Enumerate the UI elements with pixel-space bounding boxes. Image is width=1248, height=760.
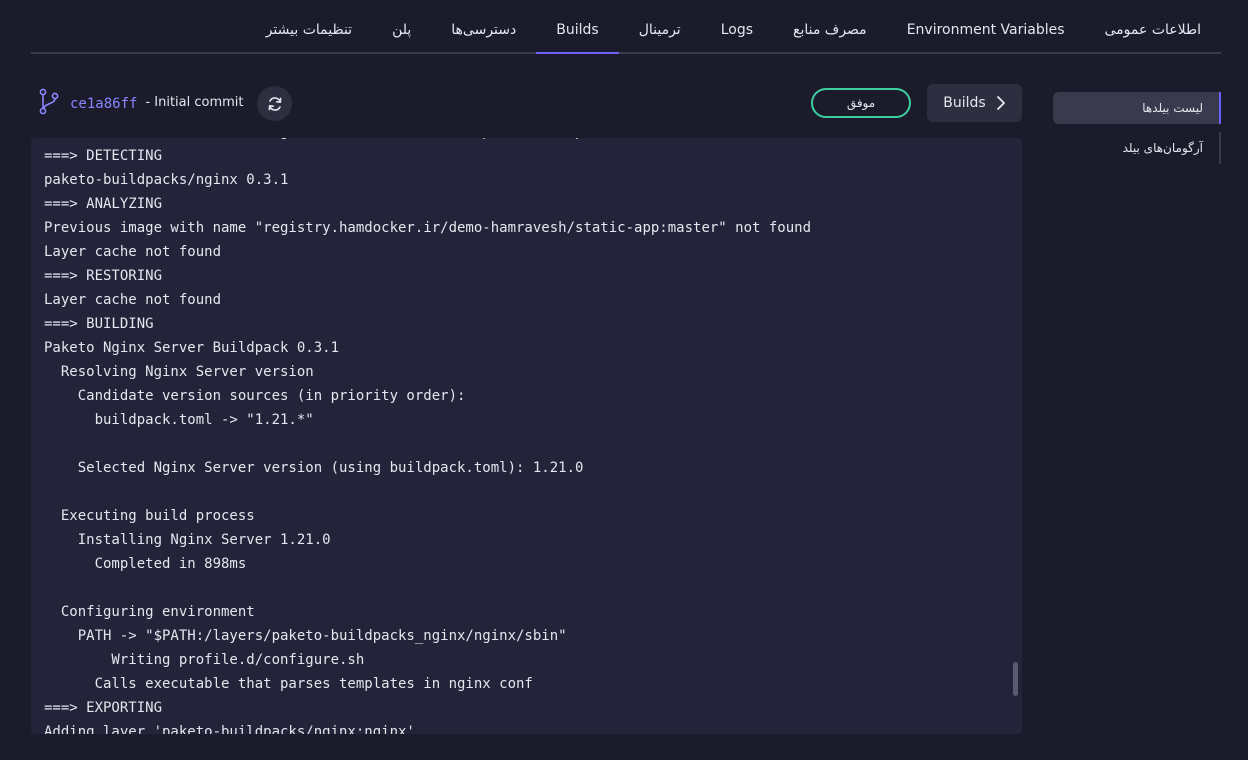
sidebar-item-0[interactable]: لیست بیلدها [1053,92,1221,124]
builds-button-label: Builds [943,95,986,111]
log-line: Resolving Nginx Server version [44,364,314,380]
log-line: ===> RESTORING [44,268,163,284]
log-line: buildpack.toml -> "1.21.*" [44,412,314,428]
log-line: ===> DETECTING [44,148,163,164]
commit-message: - Initial commit [145,94,244,110]
log-line: Completed in 898ms [44,556,247,572]
log-scrollbar[interactable] [1013,662,1018,696]
log-line: PATH -> "$PATH:/layers/paketo-buildpacks… [44,628,567,644]
tab-1[interactable]: Environment Variables [887,0,1085,52]
tab-2[interactable]: مصرف منابع [773,0,887,52]
builds-back-button[interactable]: Builds [927,84,1022,122]
tab-8[interactable]: تنظیمات بیشتر [246,0,372,52]
top-tabs: اطلاعات عمومی Environment Variables مصرف م… [31,0,1221,54]
log-line: Installing Nginx Server 1.21.0 [44,532,331,548]
log-line: Selected Nginx Server version (using bui… [44,460,584,476]
tab-0[interactable]: اطلاعات عمومی [1085,0,1221,52]
log-line: ===> BUILDING [44,316,154,332]
commit-info: ce1a86ff - Initial commit [38,88,244,116]
log-lines: Status: Downloaded newer image for hub.h… [44,138,1002,734]
log-line: Layer cache not found [44,292,222,308]
log-line: Adding layer 'paketo-buildpacks/nginx:ng… [44,724,415,734]
refresh-icon [268,96,281,111]
log-line: Writing profile.d/configure.sh [44,652,365,668]
refresh-button[interactable] [257,86,292,121]
git-branch-icon [39,88,59,115]
tab-7[interactable]: پلن [372,0,431,52]
commit-hash[interactable]: ce1a86ff [70,96,137,112]
log-line: Configuring environment [44,604,255,620]
log-line: Candidate version sources (in priority o… [44,388,466,404]
tab-4[interactable]: ترمینال [619,0,701,52]
builds-sidebar: لیست بیلدها آرگومان‌های بیلد [1053,92,1221,166]
log-line: Paketo Nginx Server Buildpack 0.3.1 [44,340,340,356]
log-line: Executing build process [44,508,255,524]
chevron-right-icon [996,96,1005,110]
status-badge: موفق [811,88,911,118]
tab-6[interactable]: دسترسی‌ها [431,0,536,52]
log-line: Previous image with name "registry.hamdo… [44,220,812,236]
build-log[interactable]: Status: Downloaded newer image for hub.h… [31,138,1022,734]
log-line: ===> ANALYZING [44,196,163,212]
log-line: Calls executable that parses templates i… [44,676,533,692]
log-line: ===> EXPORTING [44,700,163,716]
log-line: Layer cache not found [44,244,222,260]
tab-3[interactable]: Logs [701,0,773,52]
tab-5[interactable]: Builds [536,0,620,54]
log-line: paketo-buildpacks/nginx 0.3.1 [44,172,289,188]
sidebar-item-1[interactable]: آرگومان‌های بیلد [1053,132,1221,164]
